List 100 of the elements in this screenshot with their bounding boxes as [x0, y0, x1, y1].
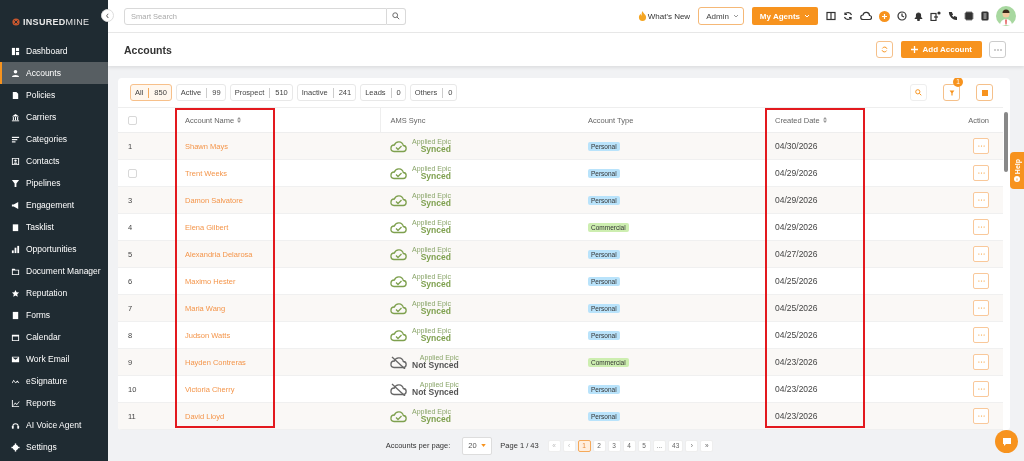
sidebar-item[interactable]: Engagement: [0, 194, 108, 216]
refresh-button[interactable]: [875, 41, 893, 58]
device-icon[interactable]: [930, 11, 941, 21]
cloud-icon[interactable]: [860, 11, 872, 21]
contact-card-icon: [11, 156, 20, 166]
cloud-check-icon: [390, 409, 407, 423]
clock-icon[interactable]: [897, 11, 907, 21]
role-select[interactable]: Admin: [698, 7, 744, 25]
sidebar-item[interactable]: eSignature: [0, 370, 108, 392]
row-menu-button[interactable]: [973, 381, 989, 397]
sidebar-item[interactable]: AI Voice Agent: [0, 414, 108, 436]
sidebar-item[interactable]: Work Email: [0, 348, 108, 370]
sidebar-item[interactable]: Categories: [0, 128, 108, 150]
bell-icon[interactable]: [914, 11, 923, 21]
more-button[interactable]: [989, 41, 1006, 58]
row-menu-button[interactable]: [973, 246, 989, 262]
row-menu-button[interactable]: [973, 408, 989, 424]
caret-icon: [732, 14, 739, 18]
scrollbar[interactable]: [1004, 112, 1008, 172]
created-date: 04/29/2026: [775, 195, 818, 205]
created-date: 04/25/2026: [775, 303, 818, 313]
created-date: 04/27/2026: [775, 249, 818, 259]
row-menu-button[interactable]: [973, 354, 989, 370]
sidebar-item[interactable]: Pipelines: [0, 172, 108, 194]
created-date: 04/29/2026: [775, 168, 818, 178]
cloud-check-icon: [390, 139, 407, 153]
sidebar-item[interactable]: Carriers: [0, 106, 108, 128]
sidebar-item[interactable]: Calendar: [0, 326, 108, 348]
phone-icon[interactable]: [948, 11, 957, 21]
sync-status: Synced: [420, 280, 451, 289]
row-menu-button[interactable]: [973, 300, 989, 316]
chat-icon: [1001, 436, 1012, 447]
grid-icon: [11, 46, 20, 56]
cloud-check-icon: [390, 247, 407, 261]
sync-status: Synced: [420, 199, 451, 208]
person-icon: [11, 68, 20, 78]
sync-status: Not Synced: [412, 361, 459, 370]
whats-new-link[interactable]: What's New: [647, 11, 691, 21]
row-menu-button[interactable]: [973, 138, 989, 154]
cloud-check-icon: [390, 328, 407, 342]
calculator-icon[interactable]: [981, 11, 989, 21]
logo-icon: [12, 18, 20, 26]
mail-icon: [11, 354, 20, 364]
info-icon: [1014, 176, 1020, 183]
row-menu-button[interactable]: [973, 219, 989, 235]
grid-icon: [981, 89, 988, 96]
columns-button[interactable]: [976, 84, 993, 101]
filter-button[interactable]: [943, 84, 960, 101]
window-icon[interactable]: [826, 11, 836, 21]
sort-icon[interactable]: [237, 117, 242, 123]
row-menu-button[interactable]: [973, 192, 989, 208]
cloud-check-icon: [390, 166, 407, 180]
sync-status: Not Synced: [412, 388, 459, 397]
search-button[interactable]: [910, 84, 927, 101]
sidebar-item[interactable]: Accounts: [0, 62, 108, 84]
sidebar-item[interactable]: Settings: [0, 436, 108, 458]
cloud-check-icon: [390, 220, 407, 234]
megaphone-icon: [11, 200, 20, 210]
search-button[interactable]: [387, 7, 406, 25]
sync-status: Synced: [420, 172, 451, 181]
calendar-icon: [11, 332, 20, 342]
chip-icon[interactable]: [964, 11, 974, 21]
avatar[interactable]: [996, 6, 1016, 26]
sidebar-item[interactable]: Policies: [0, 84, 108, 106]
cloud-check-icon: [390, 274, 407, 288]
cloud-off-icon: [390, 382, 407, 396]
sidebar-item[interactable]: Forms: [0, 304, 108, 326]
refresh-icon: [880, 46, 888, 53]
page-title: Accounts: [124, 43, 173, 56]
sidebar-item[interactable]: Dashboard: [0, 40, 108, 62]
sync-status: Synced: [420, 307, 451, 316]
sidebar-item[interactable]: Document Manager: [0, 260, 108, 282]
refresh-icon[interactable]: [843, 11, 853, 21]
plus-icon: [910, 46, 918, 53]
cloud-check-icon: [390, 301, 407, 315]
ellipsis-icon: [993, 48, 1002, 51]
search-icon: [915, 89, 922, 96]
sidebar-item[interactable]: Tasklist: [0, 216, 108, 238]
sync-status: Synced: [420, 145, 451, 154]
sidebar-item[interactable]: Contacts: [0, 150, 108, 172]
plus-icon[interactable]: [879, 10, 890, 22]
row-menu-button[interactable]: [973, 327, 989, 343]
cloud-off-icon: [390, 355, 407, 369]
sidebar-item[interactable]: Reports: [0, 392, 108, 414]
sidebar-item[interactable]: Opportunities: [0, 238, 108, 260]
sort-icon[interactable]: [822, 117, 827, 123]
cloud-check-icon: [390, 193, 407, 207]
bank-icon: [11, 112, 20, 122]
sync-status: Synced: [420, 334, 451, 343]
row-checkbox[interactable]: [128, 168, 137, 178]
sync-status: Synced: [420, 226, 451, 235]
sync-status: Synced: [420, 253, 451, 262]
select-all-checkbox[interactable]: [128, 115, 137, 125]
row-menu-button[interactable]: [973, 273, 989, 289]
created-date: 04/23/2026: [775, 357, 818, 367]
sidebar-item[interactable]: Reputation: [0, 282, 108, 304]
caret-icon: [481, 444, 487, 447]
created-date: 04/29/2026: [775, 222, 818, 232]
row-menu-button[interactable]: [973, 165, 989, 181]
star-icon: [11, 288, 20, 298]
